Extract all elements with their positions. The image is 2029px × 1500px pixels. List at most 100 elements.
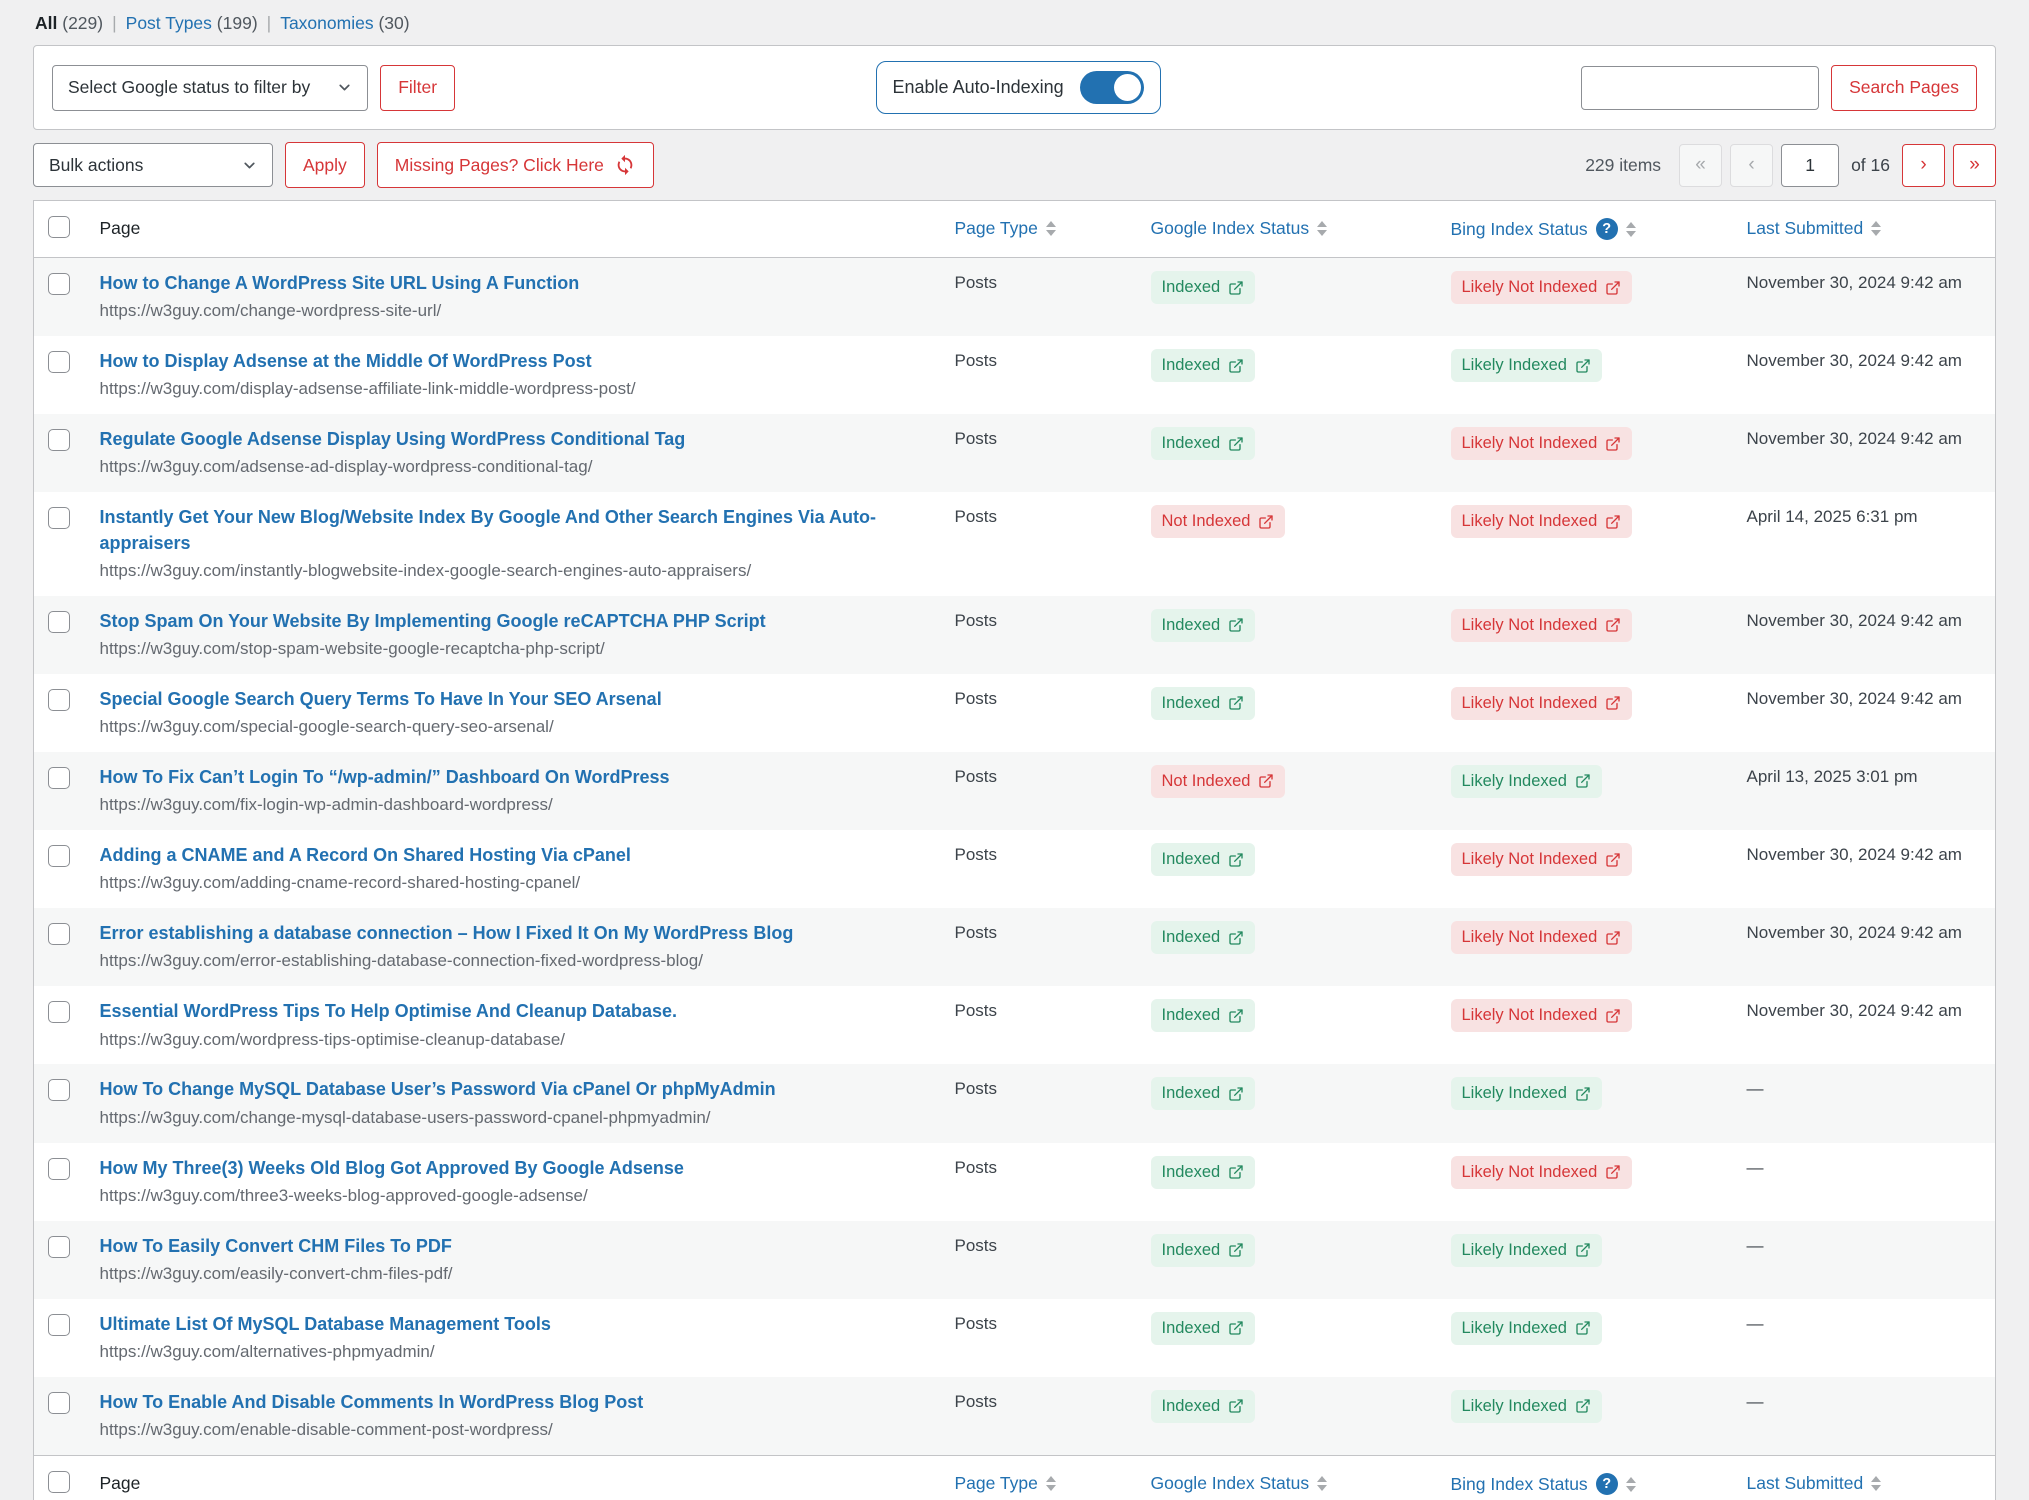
google-index-status-badge[interactable]: Indexed xyxy=(1151,271,1256,304)
column-header-last-submitted[interactable]: Last Submitted xyxy=(1747,1473,1882,1494)
page-title-link[interactable]: Ultimate List Of MySQL Database Manageme… xyxy=(100,1312,551,1337)
toggle-knob xyxy=(1114,74,1141,101)
page-title-link[interactable]: How to Display Adsense at the Middle Of … xyxy=(100,349,592,374)
bing-index-status-badge[interactable]: Likely Indexed xyxy=(1451,1077,1603,1110)
bulk-actions-select[interactable]: Bulk actions xyxy=(33,143,273,187)
page-title-link[interactable]: How My Three(3) Weeks Old Blog Got Appro… xyxy=(100,1156,684,1181)
page-title-link[interactable]: Regulate Google Adsense Display Using Wo… xyxy=(100,427,686,452)
google-index-status-badge[interactable]: Not Indexed xyxy=(1151,505,1286,538)
google-index-status-badge[interactable]: Indexed xyxy=(1151,687,1256,720)
google-status-filter-select[interactable]: Select Google status to filter by xyxy=(52,65,368,111)
bing-index-status-badge[interactable]: Likely Indexed xyxy=(1451,1312,1603,1345)
separator: | xyxy=(267,13,272,34)
google-index-status-badge[interactable]: Indexed xyxy=(1151,1077,1256,1110)
page-title-link[interactable]: How To Enable And Disable Comments In Wo… xyxy=(100,1390,644,1415)
select-all-checkbox[interactable] xyxy=(48,216,70,238)
bing-index-status-badge[interactable]: Likely Indexed xyxy=(1451,349,1603,382)
bing-index-status-badge[interactable]: Likely Not Indexed xyxy=(1451,921,1633,954)
page-title-link[interactable]: How To Change MySQL Database User’s Pass… xyxy=(100,1077,776,1102)
page-title-link[interactable]: Error establishing a database connection… xyxy=(100,921,794,946)
page-title-link[interactable]: How to Change A WordPress Site URL Using… xyxy=(100,271,580,296)
google-index-status-badge[interactable]: Indexed xyxy=(1151,349,1256,382)
row-checkbox[interactable] xyxy=(48,1392,70,1414)
page-title-link[interactable]: How To Easily Convert CHM Files To PDF xyxy=(100,1234,452,1259)
row-checkbox[interactable] xyxy=(48,429,70,451)
google-index-status-badge[interactable]: Indexed xyxy=(1151,427,1256,460)
bing-index-status-badge[interactable]: Likely Not Indexed xyxy=(1451,609,1633,642)
filter-post-types-link[interactable]: Post Types (199) xyxy=(126,13,258,33)
page-title-link[interactable]: Stop Spam On Your Website By Implementin… xyxy=(100,609,766,634)
bing-index-status-badge[interactable]: Likely Indexed xyxy=(1451,765,1603,798)
row-checkbox[interactable] xyxy=(48,689,70,711)
bing-index-status-badge[interactable]: Likely Not Indexed xyxy=(1451,505,1633,538)
bing-index-status-badge[interactable]: Likely Indexed xyxy=(1451,1234,1603,1267)
google-index-status-badge[interactable]: Indexed xyxy=(1151,1234,1256,1267)
auto-indexing-toggle[interactable] xyxy=(1080,71,1144,104)
page-title-link[interactable]: Essential WordPress Tips To Help Optimis… xyxy=(100,999,677,1024)
row-checkbox[interactable] xyxy=(48,273,70,295)
row-checkbox[interactable] xyxy=(48,1001,70,1023)
apply-button[interactable]: Apply xyxy=(285,142,365,188)
sort-arrows-icon xyxy=(1626,1477,1636,1492)
column-header-google-status[interactable]: Google Index Status xyxy=(1151,218,1328,239)
page-url: https://w3guy.com/change-wordpress-site-… xyxy=(100,300,929,323)
help-icon[interactable]: ? xyxy=(1596,218,1618,240)
filter-taxonomies-link[interactable]: Taxonomies (30) xyxy=(280,13,409,33)
external-link-icon xyxy=(1575,358,1591,374)
last-submitted: — xyxy=(1734,1143,1996,1221)
select-all-checkbox[interactable] xyxy=(48,1471,70,1493)
column-header-last-submitted[interactable]: Last Submitted xyxy=(1747,218,1882,239)
page-url: https://w3guy.com/change-mysql-database-… xyxy=(100,1107,929,1130)
column-header-page-type[interactable]: Page Type xyxy=(955,1473,1056,1494)
google-index-status-badge[interactable]: Indexed xyxy=(1151,999,1256,1032)
missing-pages-button[interactable]: Missing Pages? Click Here xyxy=(377,142,654,188)
page-title-link[interactable]: Special Google Search Query Terms To Hav… xyxy=(100,687,662,712)
external-link-icon xyxy=(1228,695,1244,711)
row-checkbox[interactable] xyxy=(48,1158,70,1180)
column-header-google-status[interactable]: Google Index Status xyxy=(1151,1473,1328,1494)
last-page-button[interactable]: » xyxy=(1953,144,1996,187)
search-pages-button[interactable]: Search Pages xyxy=(1831,65,1977,111)
filter-all-link[interactable]: All (229) xyxy=(35,13,103,33)
page-title-link[interactable]: Instantly Get Your New Blog/Website Inde… xyxy=(100,505,929,555)
google-index-status-badge[interactable]: Indexed xyxy=(1151,609,1256,642)
page-type: Posts xyxy=(942,1299,1138,1377)
row-checkbox[interactable] xyxy=(48,1079,70,1101)
table-row: Special Google Search Query Terms To Hav… xyxy=(34,674,1996,752)
row-checkbox[interactable] xyxy=(48,1314,70,1336)
row-checkbox[interactable] xyxy=(48,767,70,789)
google-index-status-badge[interactable]: Not Indexed xyxy=(1151,765,1286,798)
row-checkbox[interactable] xyxy=(48,507,70,529)
bing-index-status-badge[interactable]: Likely Not Indexed xyxy=(1451,999,1633,1032)
google-index-status-badge[interactable]: Indexed xyxy=(1151,1156,1256,1189)
page-title-link[interactable]: How To Fix Can’t Login To “/wp-admin/” D… xyxy=(100,765,670,790)
page-title-link[interactable]: Adding a CNAME and A Record On Shared Ho… xyxy=(100,843,631,868)
row-checkbox[interactable] xyxy=(48,1236,70,1258)
row-checkbox[interactable] xyxy=(48,611,70,633)
row-checkbox[interactable] xyxy=(48,923,70,945)
bing-index-status-badge[interactable]: Likely Not Indexed xyxy=(1451,1156,1633,1189)
external-link-icon xyxy=(1575,773,1591,789)
current-page-input[interactable] xyxy=(1781,144,1839,187)
page-url: https://w3guy.com/adsense-ad-display-wor… xyxy=(100,456,929,479)
bing-index-status-badge[interactable]: Likely Not Indexed xyxy=(1451,843,1633,876)
column-header-bing-status[interactable]: Bing Index Status? xyxy=(1451,218,1636,240)
help-icon[interactable]: ? xyxy=(1596,1473,1618,1495)
filter-button[interactable]: Filter xyxy=(380,65,455,111)
row-checkbox[interactable] xyxy=(48,845,70,867)
google-index-status-badge[interactable]: Indexed xyxy=(1151,1312,1256,1345)
last-submitted: — xyxy=(1734,1064,1996,1142)
bing-index-status-badge[interactable]: Likely Not Indexed xyxy=(1451,271,1633,304)
search-input[interactable] xyxy=(1581,66,1819,110)
bing-index-status-badge[interactable]: Likely Indexed xyxy=(1451,1390,1603,1423)
page-type: Posts xyxy=(942,492,1138,595)
column-header-page-type[interactable]: Page Type xyxy=(955,218,1056,239)
google-index-status-badge[interactable]: Indexed xyxy=(1151,921,1256,954)
bing-index-status-badge[interactable]: Likely Not Indexed xyxy=(1451,427,1633,460)
next-page-button[interactable]: › xyxy=(1902,144,1945,187)
google-index-status-badge[interactable]: Indexed xyxy=(1151,843,1256,876)
column-header-bing-status[interactable]: Bing Index Status? xyxy=(1451,1473,1636,1495)
google-index-status-badge[interactable]: Indexed xyxy=(1151,1390,1256,1423)
bing-index-status-badge[interactable]: Likely Not Indexed xyxy=(1451,687,1633,720)
row-checkbox[interactable] xyxy=(48,351,70,373)
